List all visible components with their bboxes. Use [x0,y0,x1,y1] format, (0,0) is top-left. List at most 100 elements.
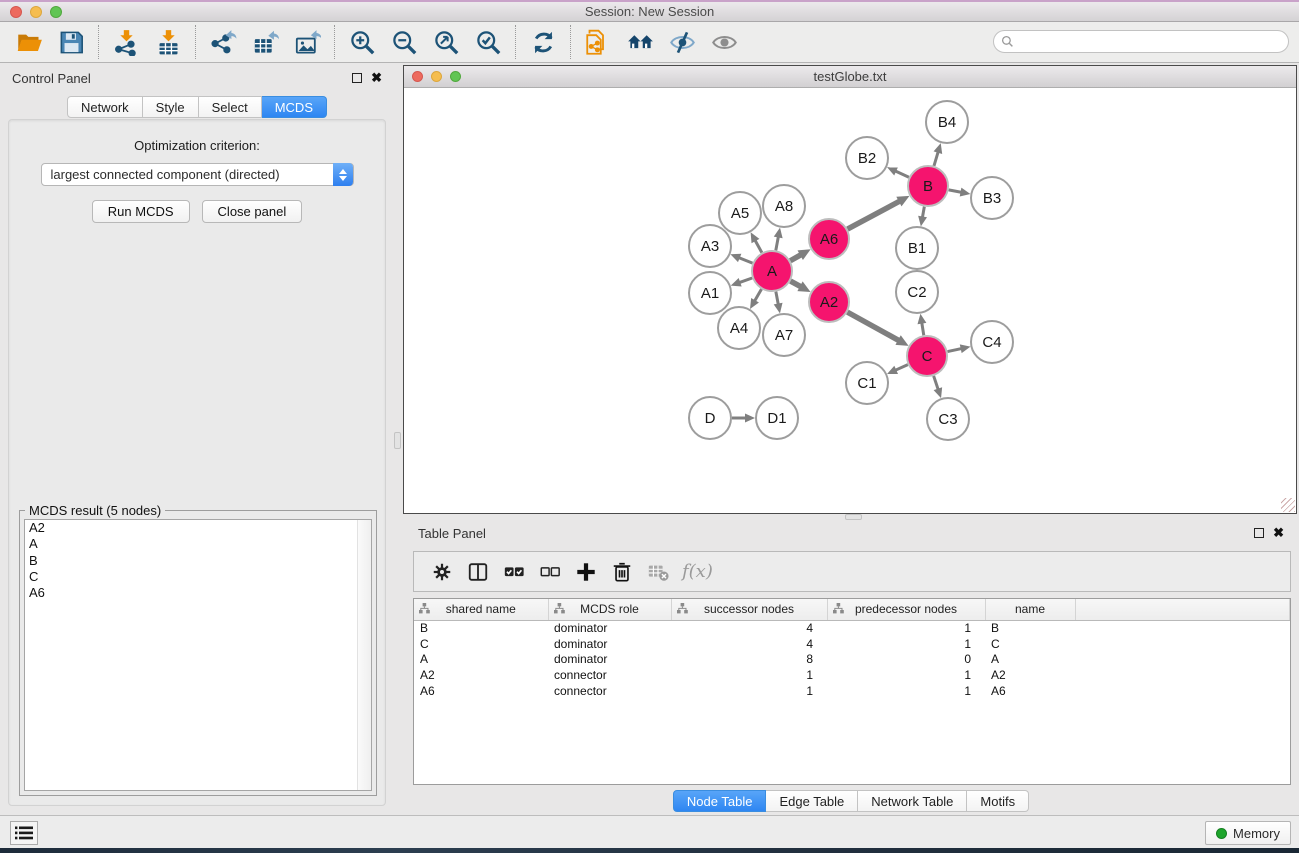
show-columns-icon[interactable] [463,557,493,587]
mcds-result-list[interactable]: A2ABCA6 [24,519,372,791]
zoom-in-icon[interactable] [344,26,380,58]
network-file-icon[interactable] [580,26,616,58]
table-cell[interactable]: B [985,620,1075,636]
zoom-selected-icon[interactable] [470,26,506,58]
graph-node-B1[interactable]: B1 [896,227,938,269]
table-cell[interactable]: dominator [548,652,671,668]
table-row[interactable]: Adominator80A [414,652,1290,668]
vertical-splitter-grip[interactable] [394,432,401,449]
graph-node-C1[interactable]: C1 [846,362,888,404]
show-details-icon[interactable] [706,26,742,58]
table-row[interactable]: A2connector11A2 [414,667,1290,683]
graph-node-A6[interactable]: A6 [809,219,849,259]
table-cell[interactable]: 1 [671,667,827,683]
save-session-icon[interactable] [53,26,89,58]
table-cell[interactable]: A2 [985,667,1075,683]
graph-node-A2[interactable]: A2 [809,282,849,322]
graph-node-A4[interactable]: A4 [718,307,760,349]
network-canvas[interactable]: B4B2BB3A8A5A6A3B1AC2A1A2A4A7C4CC1DD1C3 [404,88,1296,513]
tab-edge-table[interactable]: Edge Table [766,790,858,812]
column-header-MCDS-role[interactable]: MCDS role [548,599,671,620]
table-cell[interactable]: A2 [414,667,548,683]
network-minimize-button[interactable] [431,71,442,82]
table-cell[interactable]: 1 [671,683,827,699]
select-all-columns-icon[interactable] [499,557,529,587]
table-cell[interactable]: 1 [827,636,985,652]
export-table-icon[interactable] [247,26,283,58]
table-cell[interactable]: 8 [671,652,827,668]
unselect-all-columns-icon[interactable] [535,557,565,587]
graph-node-A1[interactable]: A1 [689,272,731,314]
apply-layout-icon[interactable] [525,26,561,58]
delete-table-icon[interactable] [643,557,673,587]
result-item[interactable]: C [25,569,371,585]
zoom-window-button[interactable] [50,6,62,18]
table-cell[interactable]: 4 [671,636,827,652]
criterion-dropdown[interactable]: largest connected component (directed) [41,163,354,186]
graph-node-D[interactable]: D [689,397,731,439]
table-row[interactable]: Cdominator41C [414,636,1290,652]
horizontal-splitter-grip[interactable] [845,514,862,520]
table-cell[interactable]: 1 [827,620,985,636]
tab-style[interactable]: Style [143,96,199,118]
tab-mcds[interactable]: MCDS [262,96,327,118]
tab-node-table[interactable]: Node Table [673,790,767,812]
search-field[interactable] [993,30,1289,53]
table-close-panel-icon[interactable]: ✖ [1273,528,1284,538]
column-header-name[interactable]: name [985,599,1075,620]
graph-node-B4[interactable]: B4 [926,101,968,143]
open-session-icon[interactable] [11,26,47,58]
graph-node-A3[interactable]: A3 [689,225,731,267]
table-cell[interactable]: C [414,636,548,652]
result-item[interactable]: A2 [25,520,371,536]
table-row[interactable]: Bdominator41B [414,620,1290,636]
graph-node-D1[interactable]: D1 [756,397,798,439]
table-cell[interactable]: A6 [414,683,548,699]
table-row[interactable]: A6connector11A6 [414,683,1290,699]
tab-motifs[interactable]: Motifs [967,790,1029,812]
graph-node-A8[interactable]: A8 [763,185,805,227]
window-resize-grip[interactable] [1281,498,1295,512]
close-panel-button[interactable]: Close panel [202,200,303,223]
table-settings-icon[interactable] [427,557,457,587]
import-network-icon[interactable] [108,26,144,58]
import-table-icon[interactable] [150,26,186,58]
column-header-predecessor-nodes[interactable]: predecessor nodes [827,599,985,620]
graph-node-B[interactable]: B [908,166,948,206]
function-builder-icon[interactable]: f(x) [682,561,713,582]
search-input[interactable] [1018,33,1288,51]
graph-node-C4[interactable]: C4 [971,321,1013,363]
export-image-icon[interactable] [289,26,325,58]
table-cell[interactable]: dominator [548,620,671,636]
table-cell[interactable]: A [414,652,548,668]
minimize-window-button[interactable] [30,6,42,18]
result-item[interactable]: A6 [25,585,371,601]
table-float-panel-icon[interactable] [1254,528,1264,538]
zoom-fit-icon[interactable] [428,26,464,58]
column-header-shared-name[interactable]: shared name [414,599,548,620]
network-close-button[interactable] [412,71,423,82]
graph-node-A7[interactable]: A7 [763,314,805,356]
table-cell[interactable]: 4 [671,620,827,636]
run-mcds-button[interactable]: Run MCDS [92,200,190,223]
float-panel-icon[interactable] [352,73,362,83]
graph-node-A5[interactable]: A5 [719,192,761,234]
graph-node-C[interactable]: C [907,336,947,376]
add-column-icon[interactable] [571,557,601,587]
export-network-icon[interactable] [205,26,241,58]
home-icon[interactable] [622,26,658,58]
table-cell[interactable]: connector [548,667,671,683]
graph-node-C3[interactable]: C3 [927,398,969,440]
graph-node-B2[interactable]: B2 [846,137,888,179]
table-cell[interactable]: C [985,636,1075,652]
tab-network[interactable]: Network [67,96,143,118]
table-cell[interactable]: dominator [548,636,671,652]
graph-node-C2[interactable]: C2 [896,271,938,313]
column-header-successor-nodes[interactable]: successor nodes [671,599,827,620]
close-panel-icon[interactable]: ✖ [371,73,382,83]
table-cell[interactable]: A6 [985,683,1075,699]
network-zoom-button[interactable] [450,71,461,82]
table-cell[interactable]: 1 [827,667,985,683]
result-item[interactable]: B [25,553,371,569]
task-history-button[interactable] [10,821,38,845]
